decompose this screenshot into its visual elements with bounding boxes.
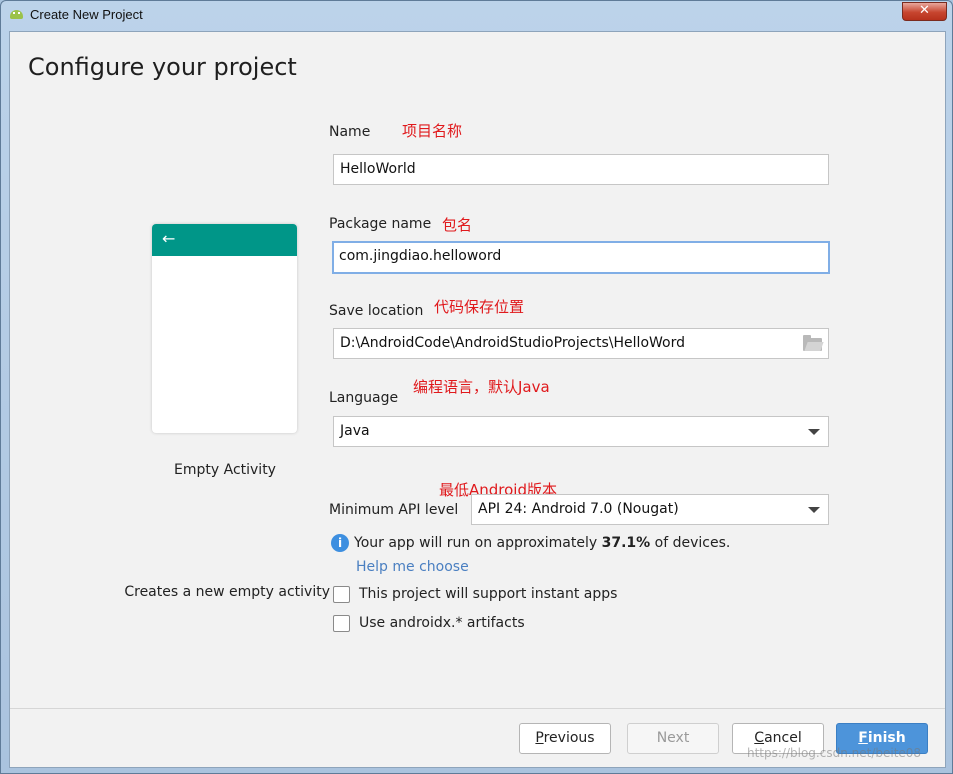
- min-api-select[interactable]: API 24: Android 7.0 (Nougat): [471, 494, 829, 525]
- preview-toolbar: ←: [152, 224, 297, 256]
- page-title: Configure your project: [28, 53, 297, 81]
- android-icon: [10, 10, 23, 19]
- min-api-value: API 24: Android 7.0 (Nougat): [478, 501, 679, 517]
- language-value: Java: [340, 423, 370, 439]
- title-bar[interactable]: Create New Project ✕: [1, 1, 952, 30]
- save-location-input[interactable]: D:\AndroidCode\AndroidStudioProjects\Hel…: [333, 328, 829, 359]
- language-label: Language: [329, 390, 399, 406]
- window-title: Create New Project: [30, 7, 143, 22]
- language-note: 编程语言，默认Java: [413, 378, 550, 396]
- instant-apps-label: This project will support instant apps: [359, 586, 618, 602]
- package-name-input[interactable]: com.jingdiao.helloword: [332, 241, 830, 274]
- help-me-choose-link[interactable]: Help me choose: [356, 559, 469, 575]
- dialog-window: Create New Project ✕ Configure your proj…: [0, 0, 953, 774]
- template-description: Creates a new empty activity: [124, 584, 330, 600]
- previous-button[interactable]: Previous: [519, 723, 611, 754]
- package-name-label: Package name: [329, 216, 432, 232]
- language-select[interactable]: Java: [333, 416, 829, 447]
- close-button[interactable]: ✕: [902, 2, 947, 21]
- min-api-label: Minimum API level: [329, 502, 459, 518]
- save-location-note: 代码保存位置: [434, 298, 525, 316]
- chevron-down-icon: [808, 429, 820, 435]
- save-location-value: D:\AndroidCode\AndroidStudioProjects\Hel…: [340, 335, 685, 351]
- folder-browse-icon[interactable]: [803, 335, 822, 351]
- watermark: https://blog.csdn.net/beite08: [747, 746, 922, 760]
- info-icon: i: [331, 534, 349, 552]
- next-button[interactable]: Next: [627, 723, 719, 754]
- back-arrow-icon: ←: [162, 229, 176, 248]
- coverage-percent: 37.1%: [601, 535, 651, 551]
- dialog-content: Configure your project ← Empty Activity …: [9, 31, 946, 768]
- footer-divider: [10, 708, 945, 709]
- save-location-label: Save location: [329, 303, 424, 319]
- androidx-label: Use androidx.* artifacts: [359, 615, 525, 631]
- androidx-checkbox[interactable]: [333, 615, 350, 632]
- template-name: Empty Activity: [174, 462, 276, 478]
- device-coverage-text: Your app will run on approximately 37.1%…: [354, 535, 731, 551]
- name-label: Name: [329, 124, 371, 140]
- package-name-note: 包名: [442, 216, 473, 234]
- instant-apps-checkbox[interactable]: [333, 586, 350, 603]
- activity-preview: ←: [152, 224, 297, 433]
- name-note: 项目名称: [402, 122, 463, 140]
- chevron-down-icon: [808, 507, 820, 513]
- name-input[interactable]: HelloWorld: [333, 154, 829, 185]
